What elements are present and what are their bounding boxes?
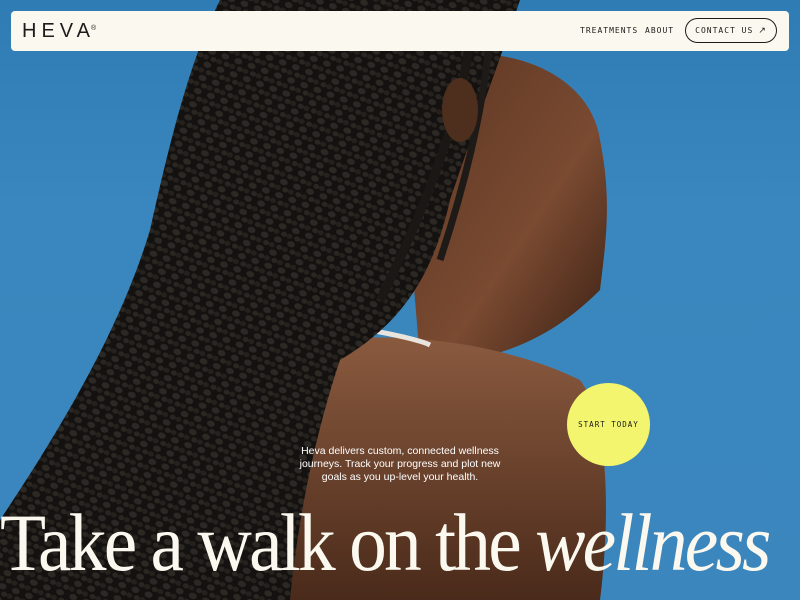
nav-link-treatments[interactable]: TREATMENTS — [580, 26, 638, 36]
headline-italic: wellness — [535, 497, 771, 588]
logo-text: HEVA — [22, 20, 95, 42]
arrow-up-right-icon: ↗ — [758, 25, 767, 36]
start-today-button[interactable]: START TODAY — [567, 383, 650, 466]
hero-headline: Take a walk on the wellness — [0, 488, 771, 598]
trademark-mark: ® — [90, 25, 97, 32]
navbar: HEVA® TREATMENTS ABOUT CONTACT US ↗ — [11, 11, 789, 51]
hero-section: HEVA® TREATMENTS ABOUT CONTACT US ↗ Heva… — [0, 0, 800, 600]
hero-description: Heva delivers custom, connected wellness… — [299, 445, 501, 483]
start-today-label: START TODAY — [578, 420, 639, 429]
contact-us-label: CONTACT US — [695, 26, 754, 35]
nav-link-about[interactable]: ABOUT — [645, 26, 674, 36]
brand-logo[interactable]: HEVA® — [22, 20, 96, 42]
headline-regular: Take a walk on the — [0, 497, 522, 588]
contact-us-button[interactable]: CONTACT US ↗ — [685, 18, 777, 43]
